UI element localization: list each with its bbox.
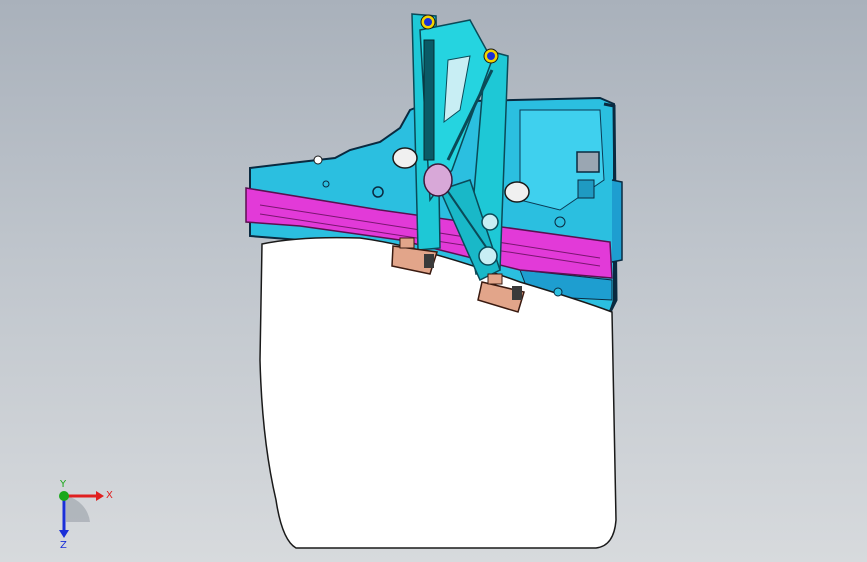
y-axis-label: Y xyxy=(59,479,67,490)
window-regulator-model[interactable] xyxy=(0,0,867,562)
panel-screw-1 xyxy=(313,155,323,165)
panel-screw-5 xyxy=(553,287,563,297)
cad-viewport[interactable]: X Y Z xyxy=(0,0,867,562)
x-axis-label: X xyxy=(106,490,113,501)
mount-boss-left xyxy=(392,147,418,169)
mount-boss-right xyxy=(504,181,530,203)
pulley-top-icon xyxy=(420,14,436,30)
y-axis-dot-icon xyxy=(59,491,69,501)
door-panel-ridges xyxy=(611,179,623,263)
triad-shadow xyxy=(66,496,90,522)
panel-screw-4 xyxy=(554,216,566,228)
mount-hole-lower-2 xyxy=(478,246,498,266)
pulley-right-icon xyxy=(483,48,499,64)
motor-drum xyxy=(423,163,453,197)
z-axis-head-icon xyxy=(59,530,69,538)
mount-hole-lower xyxy=(481,213,499,231)
coordinate-triad: X Y Z xyxy=(59,479,113,550)
regulator-cable xyxy=(423,39,435,161)
panel-screw-3 xyxy=(322,180,330,188)
x-axis-head-icon xyxy=(96,491,104,501)
panel-screw-2 xyxy=(372,186,384,198)
door-panel-square-2 xyxy=(577,179,595,199)
door-panel-square xyxy=(576,151,600,173)
z-axis-label: Z xyxy=(60,540,67,550)
